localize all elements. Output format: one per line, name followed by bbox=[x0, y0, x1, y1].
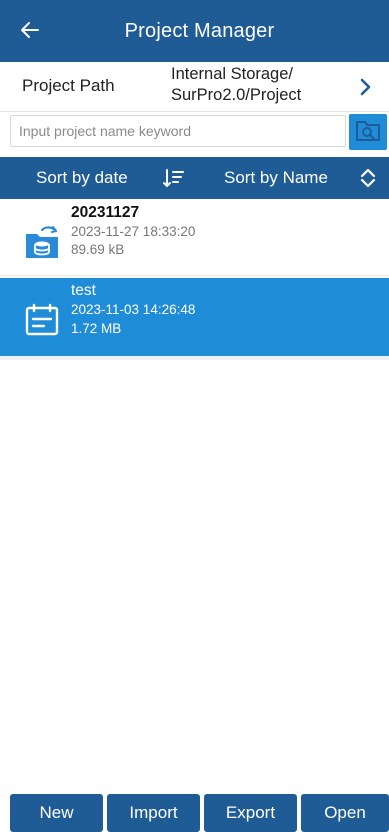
clipboard-icon bbox=[22, 300, 62, 340]
new-button[interactable]: New bbox=[10, 794, 103, 832]
project-list-item-selected[interactable]: test 2023-11-03 14:26:48 1.72 MB bbox=[0, 278, 389, 356]
search-row bbox=[0, 112, 389, 152]
project-path-line2: SurPro2.0/Project bbox=[171, 86, 302, 104]
list-divider bbox=[0, 356, 389, 360]
sort-descending-icon[interactable] bbox=[162, 166, 186, 190]
project-path-value: Internal Storage/ SurPro2.0/Project bbox=[171, 64, 351, 106]
sort-by-date-button[interactable]: Sort by date bbox=[36, 168, 128, 188]
page-title: Project Manager bbox=[124, 19, 275, 42]
chevron-right-icon[interactable] bbox=[353, 75, 377, 99]
folder-search-icon bbox=[355, 118, 381, 147]
sort-by-name-button[interactable]: Sort by Name bbox=[224, 168, 328, 188]
project-name: test bbox=[71, 282, 96, 299]
project-list-item[interactable]: 20231127 2023-11-27 18:33:20 89.69 kB bbox=[0, 200, 389, 276]
search-input[interactable] bbox=[10, 115, 346, 147]
sort-bar: Sort by date Sort by Name bbox=[0, 157, 389, 199]
bottom-action-bar: New Import Export Open bbox=[0, 794, 389, 832]
back-button[interactable] bbox=[14, 16, 46, 48]
app-header: Project Manager bbox=[0, 0, 389, 62]
project-path-label: Project Path bbox=[22, 76, 115, 95]
folder-database-icon bbox=[22, 222, 62, 262]
project-name: 20231127 bbox=[71, 204, 140, 221]
project-size: 1.72 MB bbox=[71, 321, 122, 336]
search-button[interactable] bbox=[349, 114, 387, 150]
export-button[interactable]: Export bbox=[204, 794, 297, 832]
import-button[interactable]: Import bbox=[107, 794, 200, 832]
open-button[interactable]: Open bbox=[301, 794, 389, 832]
project-path-row[interactable]: Project Path Internal Storage/ SurPro2.0… bbox=[0, 62, 389, 112]
project-size: 89.69 kB bbox=[71, 242, 125, 257]
project-date: 2023-11-27 18:33:20 bbox=[71, 224, 196, 239]
sort-updown-icon[interactable] bbox=[358, 166, 378, 190]
arrow-left-icon bbox=[18, 18, 42, 47]
project-path-line1: Internal Storage/ bbox=[171, 65, 293, 83]
project-date: 2023-11-03 14:26:48 bbox=[71, 302, 196, 317]
